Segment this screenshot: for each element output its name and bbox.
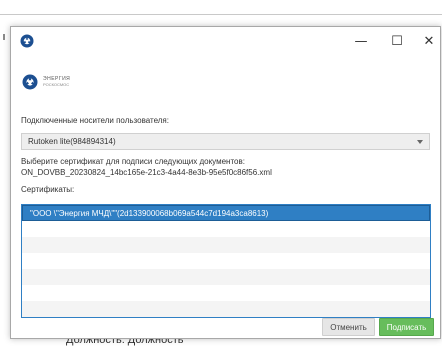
- carriers-label: Подключенные носители пользователя:: [21, 116, 169, 125]
- minimize-icon: —: [354, 33, 368, 49]
- documents-label: Выберите сертификат для подписи следующи…: [21, 157, 245, 166]
- background-window-edge: [0, 14, 442, 15]
- minimize-button[interactable]: —: [341, 27, 381, 55]
- close-icon: ✕: [423, 33, 435, 49]
- certificate-list[interactable]: "ООО \"Энергия МЧД\""(2d133900068b069a54…: [21, 204, 431, 318]
- energia-logo-icon: [22, 74, 38, 90]
- background-marker: [3, 34, 5, 40]
- carrier-dropdown[interactable]: Rutoken lite(984894314): [21, 133, 430, 150]
- sign-button[interactable]: Подписать: [379, 318, 434, 336]
- certificate-row-empty: [22, 237, 430, 253]
- certificate-row-empty: [22, 301, 430, 317]
- certificate-row-empty: [22, 285, 430, 301]
- certificate-row-selected[interactable]: "ООО \"Энергия МЧД\""(2d133900068b069a54…: [22, 205, 430, 221]
- title-bar: — ☐ ✕: [11, 27, 440, 55]
- document-filename: ON_DOVBB_20230824_14bc165e-21c3-4a44-8e3…: [21, 168, 272, 177]
- maximize-icon: ☐: [391, 33, 403, 49]
- certificate-row-empty: [22, 221, 430, 237]
- brand-wordmark: ЭНЕРГИЯ РОСКОСМОС: [43, 77, 70, 88]
- sign-dialog: — ☐ ✕ ЭНЕРГИЯ РОСКОСМОС Подключенные нос…: [10, 26, 441, 339]
- brand-subtitle: РОСКОСМОС: [43, 82, 70, 87]
- close-button[interactable]: ✕: [409, 27, 442, 55]
- brand-block: ЭНЕРГИЯ РОСКОСМОС: [22, 74, 70, 90]
- certificate-row-empty: [22, 269, 430, 285]
- certificates-label: Сертификаты:: [21, 185, 75, 194]
- chevron-down-icon: [417, 140, 423, 144]
- certificate-row-empty: [22, 253, 430, 269]
- cancel-button[interactable]: Отменить: [322, 318, 375, 336]
- carrier-selected-value: Rutoken lite(984894314): [28, 137, 116, 146]
- energia-logo-icon: [20, 34, 34, 48]
